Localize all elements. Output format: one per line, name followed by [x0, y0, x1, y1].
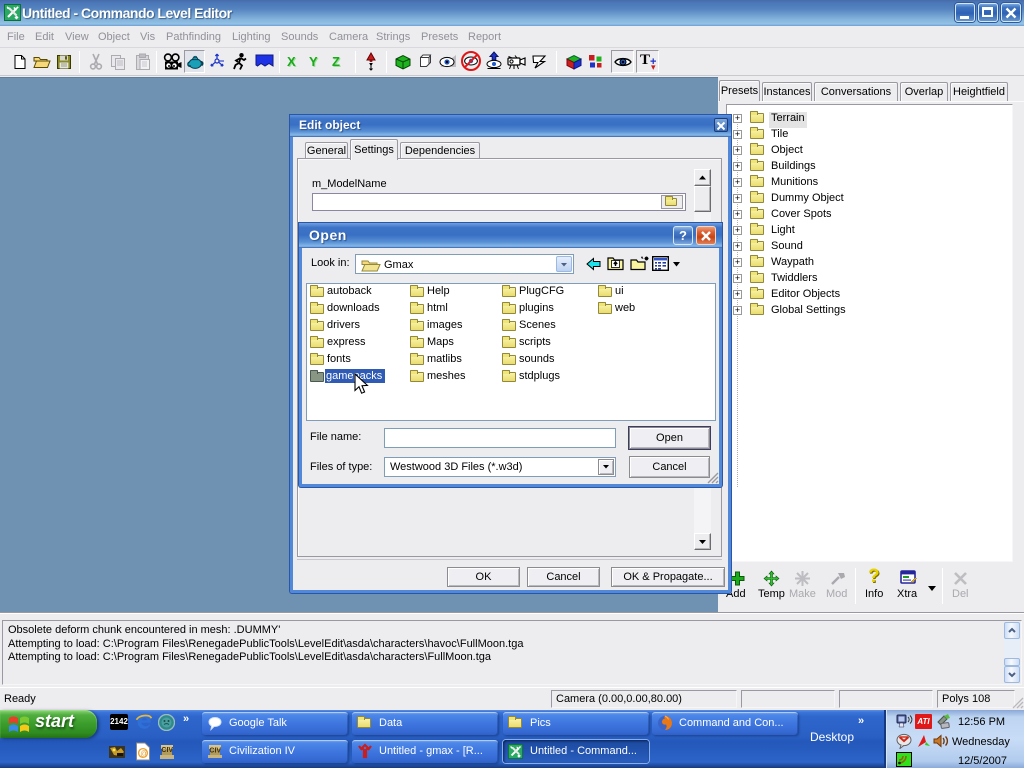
- svg-text:CIV: CIV: [161, 747, 173, 754]
- svg-text:@: @: [140, 749, 148, 758]
- svg-text:CIV: CIV: [209, 748, 221, 755]
